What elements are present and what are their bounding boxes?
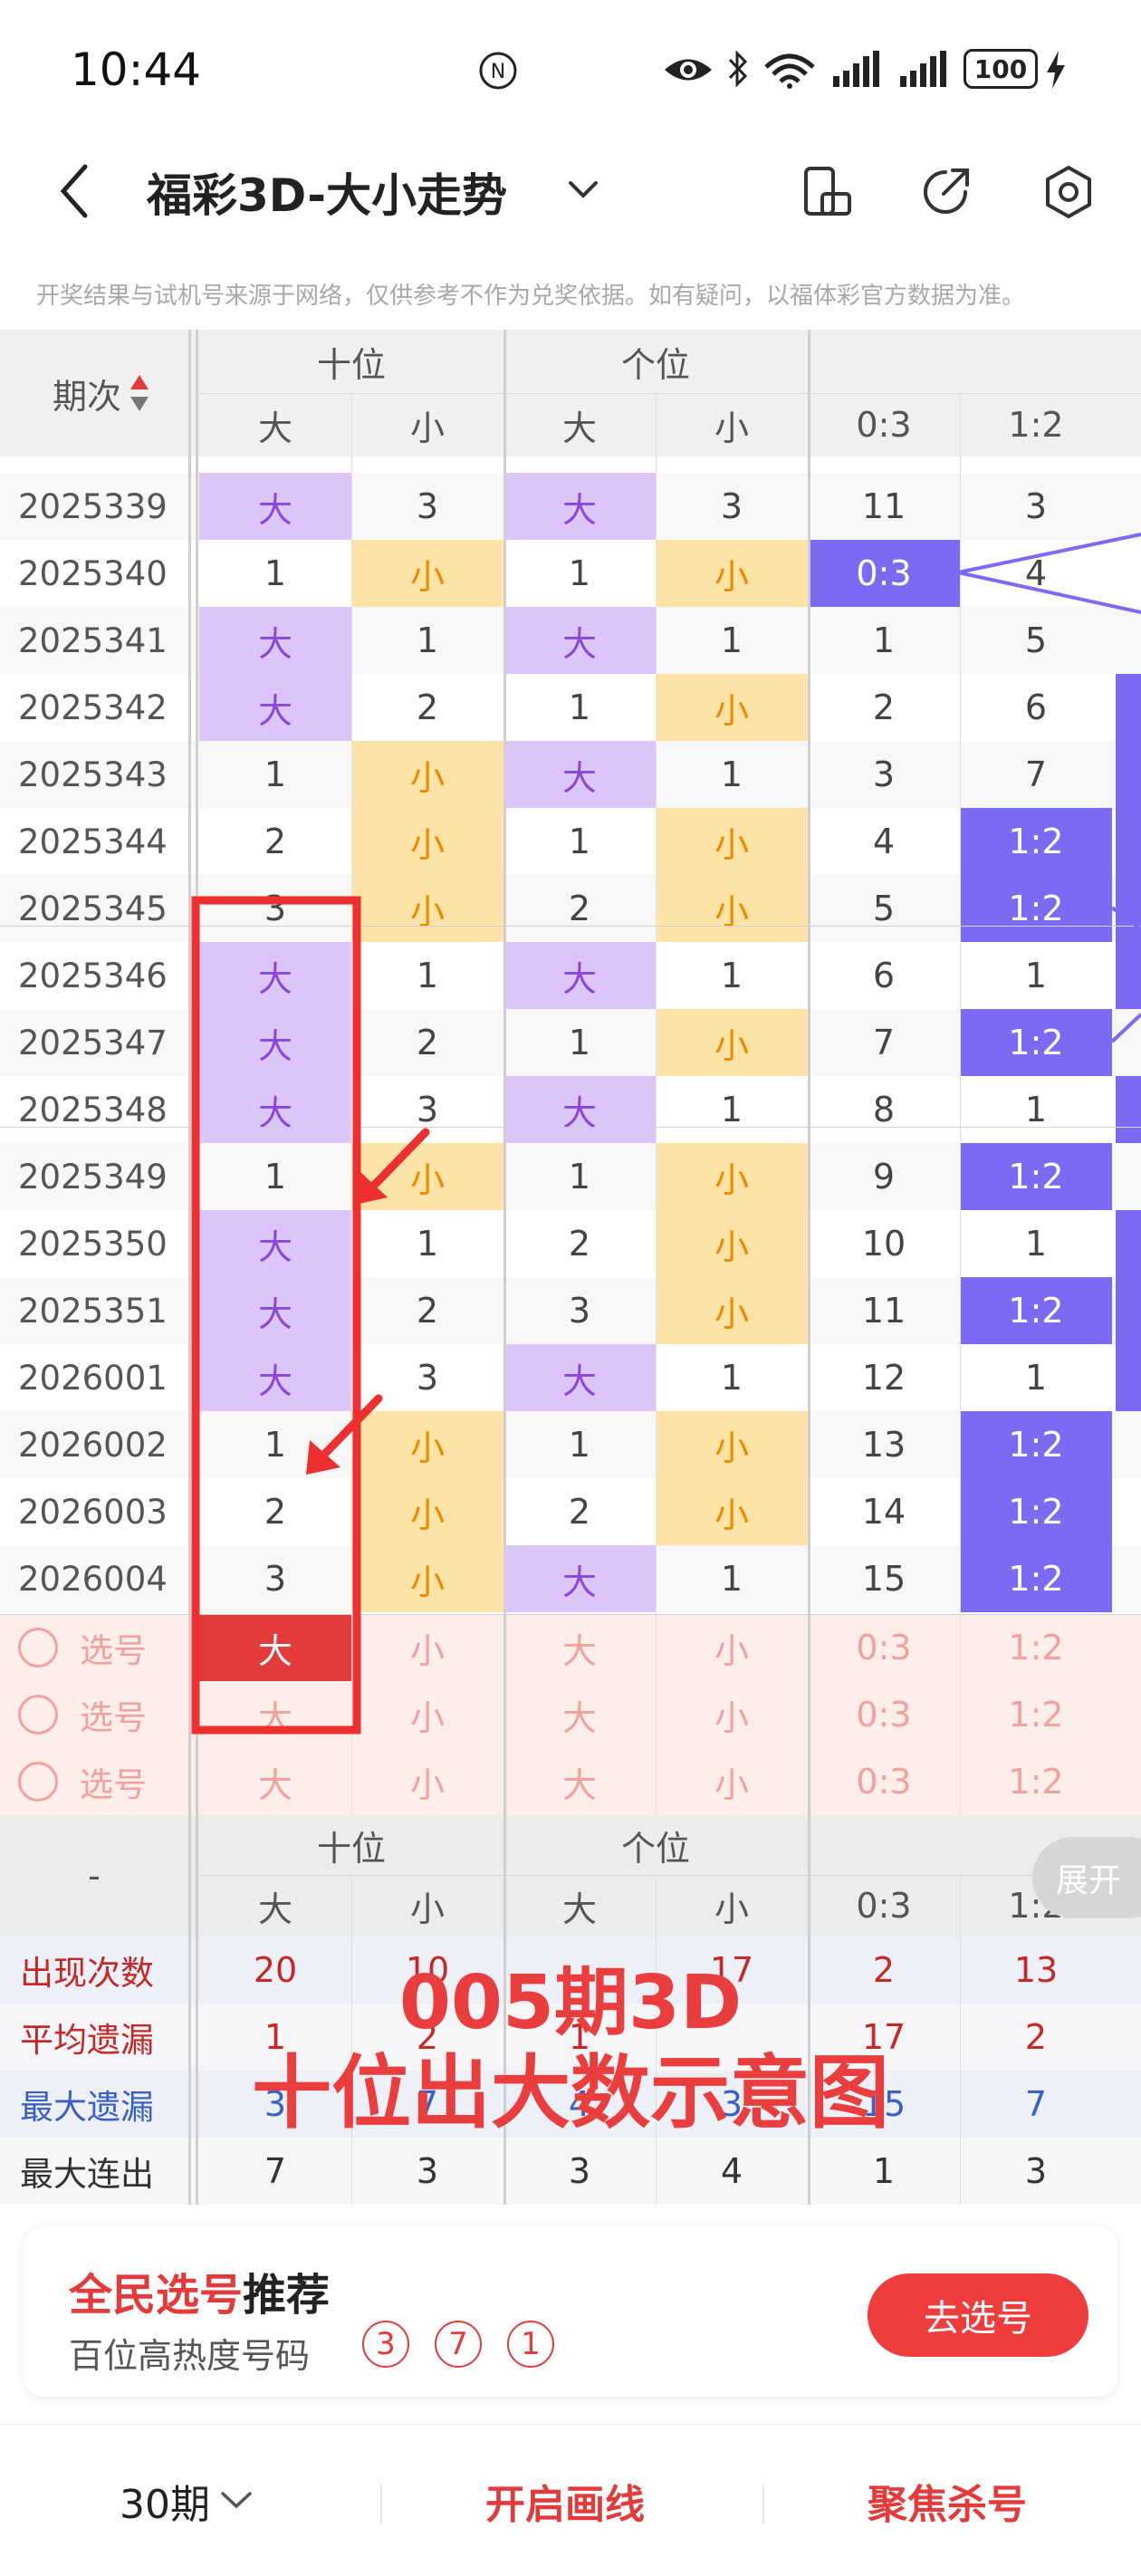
- period-count: 30期: [120, 2482, 210, 2528]
- recommend-title-highlight: 全民选号: [69, 2270, 244, 2321]
- hot-number-ball: 7: [435, 2321, 482, 2368]
- go-select-button[interactable]: 去选号: [868, 2273, 1088, 2357]
- arrow-2: [314, 1394, 383, 1465]
- highlight-box: [191, 896, 361, 1735]
- recommend-card: 全民选号推荐 百位高热度号码 3 7 1 去选号: [24, 2226, 1117, 2397]
- draw-line-button[interactable]: 开启画线: [485, 2472, 645, 2530]
- period-selector[interactable]: 30期: [120, 2472, 254, 2530]
- recommend-title: 全民选号推荐: [69, 2259, 330, 2322]
- chevron-down-icon: [221, 2492, 252, 2509]
- app-screen: 10:44 N 100 福彩3D-大小走势 开奖结果与试机号来源于网络，仅供参考…: [0, 0, 1141, 2576]
- arrow-1: [361, 1128, 430, 1198]
- hot-number-ball: 3: [362, 2321, 409, 2368]
- divider: [380, 2485, 382, 2524]
- annotation-overlay: [191, 896, 430, 1735]
- recommend-subtitle: 百位高热度号码: [69, 2336, 311, 2376]
- bottom-bar: 30期 开启画线 聚焦杀号: [0, 2424, 1141, 2576]
- kill-number-button[interactable]: 聚焦杀号: [868, 2472, 1027, 2530]
- overlay-line-2: 十位出大数示意图: [251, 2046, 889, 2139]
- recommend-title-rest: 推荐: [243, 2270, 331, 2321]
- hot-number-ball: 1: [507, 2321, 554, 2368]
- divider: [762, 2485, 764, 2524]
